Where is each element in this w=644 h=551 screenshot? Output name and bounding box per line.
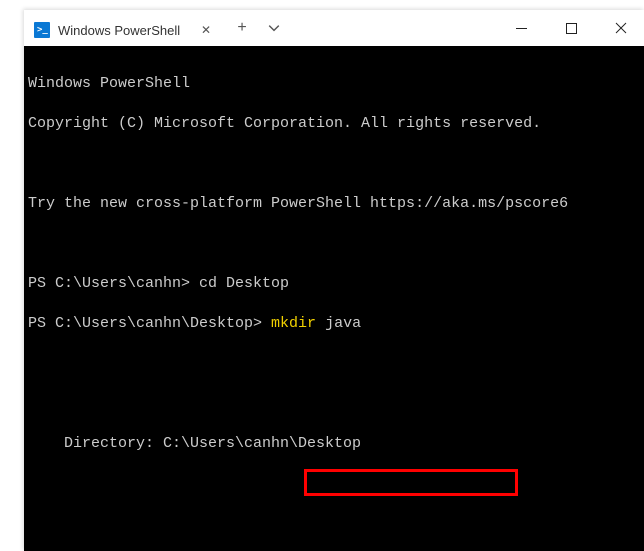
terminal-text [28, 234, 640, 254]
powershell-icon [34, 22, 50, 38]
tab-dropdown-button[interactable] [260, 14, 288, 42]
terminal-text: Directory: C:\Users\canhn\Desktop [28, 434, 640, 454]
terminal-text [28, 514, 640, 534]
close-window-button[interactable] [598, 11, 644, 45]
terminal-text [28, 354, 640, 374]
terminal-text: PS C:\Users\canhn\Desktop> mkdir java [28, 314, 640, 334]
terminal-text: Try the new cross-platform PowerShell ht… [28, 194, 640, 214]
tab-powershell[interactable]: Windows PowerShell ✕ [24, 14, 224, 46]
tab-bar: Windows PowerShell ✕ + [24, 10, 644, 46]
maximize-button[interactable] [548, 11, 594, 45]
new-tab-button[interactable]: + [228, 14, 256, 42]
terminal-text: Copyright (C) Microsoft Corporation. All… [28, 114, 640, 134]
terminal-text: Windows PowerShell [28, 74, 640, 94]
tab-title: Windows PowerShell [58, 23, 190, 38]
close-tab-icon[interactable]: ✕ [198, 22, 214, 38]
terminal-text [28, 394, 640, 414]
terminal-text [28, 154, 640, 174]
terminal-text: PS C:\Users\canhn> cd Desktop [28, 274, 640, 294]
red-annotation-box [304, 469, 518, 496]
minimize-button[interactable] [498, 11, 544, 45]
